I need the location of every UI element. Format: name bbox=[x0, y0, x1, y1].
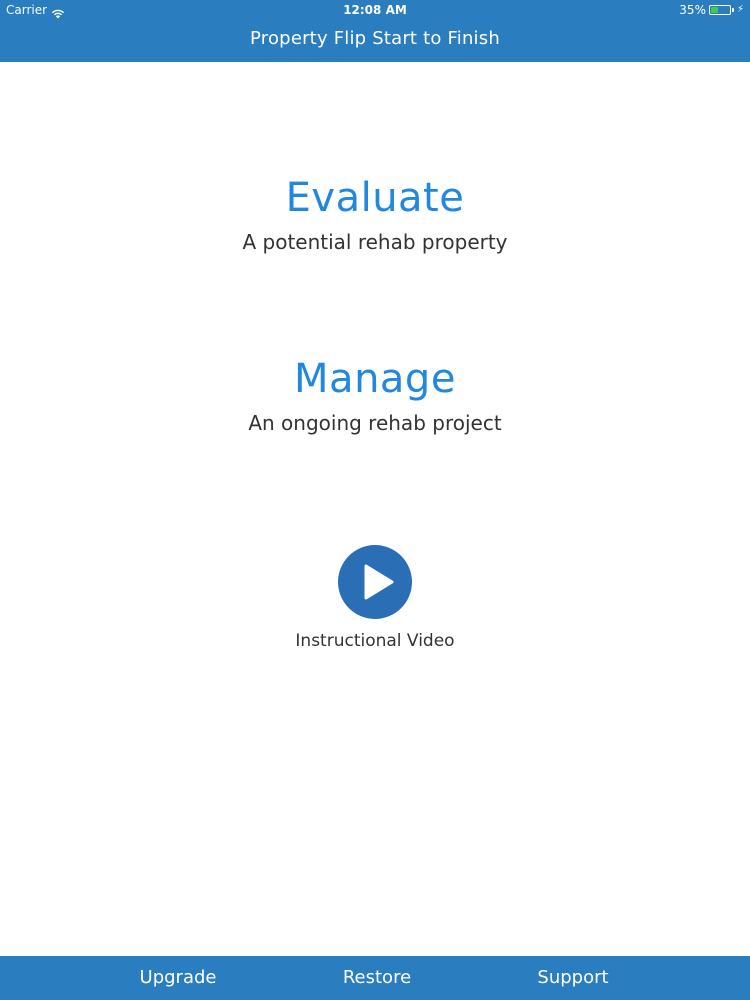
restore-button[interactable]: Restore bbox=[277, 956, 477, 1000]
status-bar: Carrier 12:08 AM 35% ⚡ bbox=[0, 0, 750, 20]
evaluate-option[interactable]: Evaluate A potential rehab property bbox=[0, 174, 750, 256]
video-label: Instructional Video bbox=[295, 631, 455, 651]
page-title: Property Flip Start to Finish bbox=[250, 28, 500, 49]
app-screen: Carrier 12:08 AM 35% ⚡ Property Flip Sta bbox=[0, 0, 750, 1000]
manage-subtitle: An ongoing rehab project bbox=[248, 411, 502, 435]
play-video-button[interactable] bbox=[338, 545, 412, 619]
evaluate-subtitle: A potential rehab property bbox=[242, 230, 508, 254]
upgrade-button[interactable]: Upgrade bbox=[78, 956, 278, 1000]
support-button[interactable]: Support bbox=[473, 956, 673, 1000]
top-bar: Carrier 12:08 AM 35% ⚡ Property Flip Sta bbox=[0, 0, 750, 62]
bottom-toolbar: Upgrade Restore Support bbox=[0, 956, 750, 1000]
manage-title[interactable]: Manage bbox=[0, 355, 750, 403]
instructional-video-link[interactable]: Instructional Video bbox=[0, 545, 750, 653]
evaluate-title[interactable]: Evaluate bbox=[0, 174, 750, 222]
battery-percent: 35% bbox=[679, 3, 706, 17]
battery-level-fill bbox=[710, 7, 718, 13]
battery-indicator: 35% ⚡ bbox=[679, 0, 744, 20]
play-icon bbox=[364, 564, 394, 600]
manage-option[interactable]: Manage An ongoing rehab project bbox=[0, 355, 750, 437]
status-time: 12:08 AM bbox=[343, 3, 407, 17]
battery-icon bbox=[708, 5, 734, 15]
charging-bolt-icon: ⚡ bbox=[736, 4, 744, 15]
